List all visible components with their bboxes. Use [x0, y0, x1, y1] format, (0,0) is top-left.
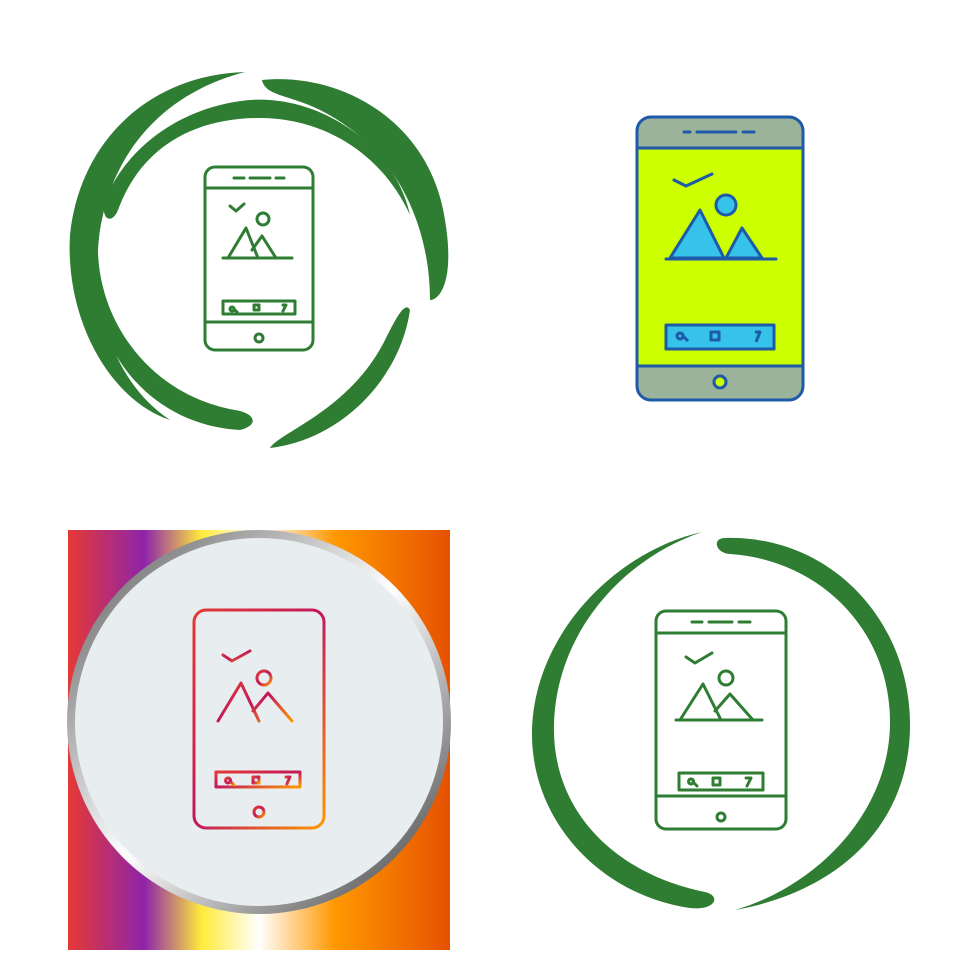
phone-glyph — [654, 609, 788, 831]
sun-icon — [255, 211, 271, 227]
smartphone-gallery-icon-gradient — [67, 530, 451, 950]
search-icon — [687, 777, 699, 788]
icon-variant-green-ring — [490, 490, 980, 980]
icon-variant-filled-color — [490, 0, 980, 490]
icon-variant-green-orbit — [0, 0, 490, 490]
orbit-swooshes — [69, 72, 449, 448]
mountain-icon — [678, 682, 755, 722]
edit-icon — [281, 303, 288, 313]
phone-glyph — [203, 165, 315, 352]
mountain-icon — [226, 226, 278, 260]
orbit-swoosh-bottom — [270, 307, 410, 448]
search-icon — [228, 305, 239, 314]
smartphone-gallery-icon-filled — [635, 115, 805, 402]
phone-home-button — [712, 374, 728, 390]
bird-icon — [228, 202, 246, 213]
smartphone-gallery-icon-green-ring — [531, 532, 910, 910]
phone-home-button — [715, 811, 727, 823]
bird-icon — [684, 651, 714, 665]
icon-set-canvas — [0, 0, 980, 980]
sun-icon — [717, 669, 735, 687]
copy-icon — [711, 776, 722, 787]
phone-home-button — [253, 332, 265, 344]
phone-glyph-filled — [635, 115, 805, 402]
copy-icon — [252, 303, 261, 312]
orbit-swoosh-lower-inner — [91, 237, 253, 430]
sun-icon — [714, 193, 738, 217]
ring-swoosh-right — [716, 537, 910, 910]
edit-icon — [744, 776, 753, 788]
icon-variant-gradient-badge — [0, 490, 490, 980]
smartphone-gallery-icon-green-orbit — [69, 72, 449, 448]
